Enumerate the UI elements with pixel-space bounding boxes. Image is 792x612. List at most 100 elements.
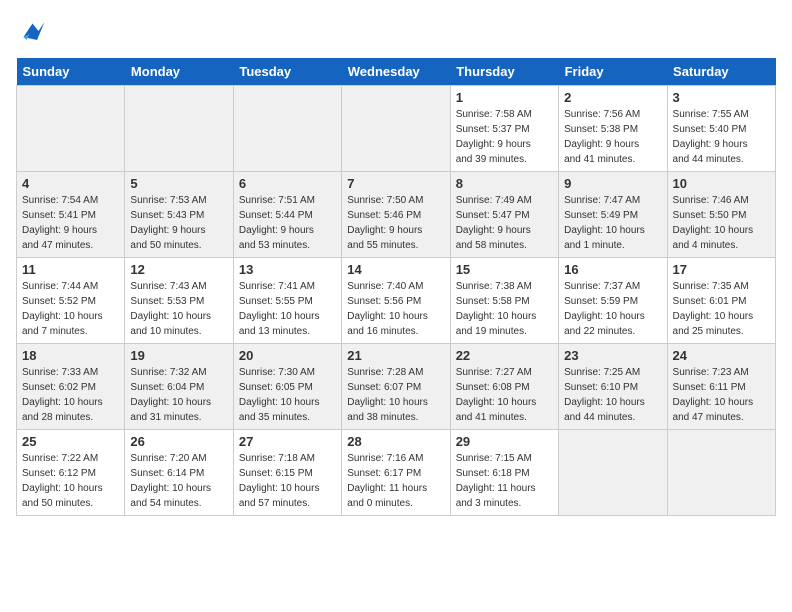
day-info: Sunrise: 7:41 AM Sunset: 5:55 PM Dayligh…	[239, 279, 336, 339]
day-number: 11	[22, 262, 119, 277]
week-row-4: 18 Sunrise: 7:33 AM Sunset: 6:02 PM Dayli…	[17, 344, 776, 430]
day-number: 29	[456, 434, 553, 449]
day-number: 2	[564, 90, 661, 105]
calendar-cell: 23 Sunrise: 7:25 AM Sunset: 6:10 PM Dayli…	[559, 344, 667, 430]
calendar-cell: 1 Sunrise: 7:58 AM Sunset: 5:37 PM Daylig…	[450, 86, 558, 172]
day-info: Sunrise: 7:33 AM Sunset: 6:02 PM Dayligh…	[22, 365, 119, 425]
calendar-cell	[125, 86, 233, 172]
calendar-cell: 6 Sunrise: 7:51 AM Sunset: 5:44 PM Daylig…	[233, 172, 341, 258]
day-info: Sunrise: 7:20 AM Sunset: 6:14 PM Dayligh…	[130, 451, 227, 511]
day-number: 6	[239, 176, 336, 191]
calendar-cell: 25Sunrise: 7:22 AM Sunset: 6:12 PM Dayli…	[17, 430, 125, 516]
day-number: 12	[130, 262, 227, 277]
day-info: Sunrise: 7:46 AM Sunset: 5:50 PM Dayligh…	[673, 193, 770, 253]
calendar-cell: 3 Sunrise: 7:55 AM Sunset: 5:40 PM Daylig…	[667, 86, 775, 172]
weekday-header-saturday: Saturday	[667, 58, 775, 86]
day-info: Sunrise: 7:44 AM Sunset: 5:52 PM Dayligh…	[22, 279, 119, 339]
calendar-cell	[667, 430, 775, 516]
day-info: Sunrise: 7:23 AM Sunset: 6:11 PM Dayligh…	[673, 365, 770, 425]
day-number: 16	[564, 262, 661, 277]
day-info: Sunrise: 7:15 AM Sunset: 6:18 PM Dayligh…	[456, 451, 553, 511]
week-row-3: 11 Sunrise: 7:44 AM Sunset: 5:52 PM Dayli…	[17, 258, 776, 344]
calendar-cell	[233, 86, 341, 172]
calendar-cell	[342, 86, 450, 172]
calendar-cell: 4 Sunrise: 7:54 AM Sunset: 5:41 PM Daylig…	[17, 172, 125, 258]
day-number: 15	[456, 262, 553, 277]
day-info: Sunrise: 7:18 AM Sunset: 6:15 PM Dayligh…	[239, 451, 336, 511]
weekday-header-row: SundayMondayTuesdayWednesdayThursdayFrid…	[17, 58, 776, 86]
calendar-cell	[559, 430, 667, 516]
day-info: Sunrise: 7:58 AM Sunset: 5:37 PM Dayligh…	[456, 107, 553, 167]
day-number: 17	[673, 262, 770, 277]
week-row-2: 4 Sunrise: 7:54 AM Sunset: 5:41 PM Daylig…	[17, 172, 776, 258]
calendar-cell: 21Sunrise: 7:28 AM Sunset: 6:07 PM Dayli…	[342, 344, 450, 430]
calendar-cell: 22Sunrise: 7:27 AM Sunset: 6:08 PM Dayli…	[450, 344, 558, 430]
day-info: Sunrise: 7:38 AM Sunset: 5:58 PM Dayligh…	[456, 279, 553, 339]
day-number: 18	[22, 348, 119, 363]
calendar-cell: 20 Sunrise: 7:30 AM Sunset: 6:05 PM Dayli…	[233, 344, 341, 430]
day-number: 22	[456, 348, 553, 363]
calendar-cell: 5Sunrise: 7:53 AM Sunset: 5:43 PM Daylig…	[125, 172, 233, 258]
weekday-header-wednesday: Wednesday	[342, 58, 450, 86]
day-info: Sunrise: 7:54 AM Sunset: 5:41 PM Dayligh…	[22, 193, 119, 253]
day-info: Sunrise: 7:25 AM Sunset: 6:10 PM Dayligh…	[564, 365, 661, 425]
logo-icon	[16, 16, 46, 46]
day-number: 1	[456, 90, 553, 105]
day-number: 9	[564, 176, 661, 191]
calendar-cell: 17 Sunrise: 7:35 AM Sunset: 6:01 PM Dayli…	[667, 258, 775, 344]
calendar-cell: 28 Sunrise: 7:16 AM Sunset: 6:17 PM Dayli…	[342, 430, 450, 516]
day-info: Sunrise: 7:37 AM Sunset: 5:59 PM Dayligh…	[564, 279, 661, 339]
day-info: Sunrise: 7:43 AM Sunset: 5:53 PM Dayligh…	[130, 279, 227, 339]
day-info: Sunrise: 7:16 AM Sunset: 6:17 PM Dayligh…	[347, 451, 444, 511]
weekday-header-monday: Monday	[125, 58, 233, 86]
calendar-table: SundayMondayTuesdayWednesdayThursdayFrid…	[16, 58, 776, 516]
calendar-cell: 24 Sunrise: 7:23 AM Sunset: 6:11 PM Dayli…	[667, 344, 775, 430]
weekday-header-thursday: Thursday	[450, 58, 558, 86]
week-row-1: 1 Sunrise: 7:58 AM Sunset: 5:37 PM Daylig…	[17, 86, 776, 172]
day-info: Sunrise: 7:51 AM Sunset: 5:44 PM Dayligh…	[239, 193, 336, 253]
day-info: Sunrise: 7:28 AM Sunset: 6:07 PM Dayligh…	[347, 365, 444, 425]
day-number: 23	[564, 348, 661, 363]
weekday-header-tuesday: Tuesday	[233, 58, 341, 86]
calendar-cell: 2 Sunrise: 7:56 AM Sunset: 5:38 PM Daylig…	[559, 86, 667, 172]
calendar-cell: 7 Sunrise: 7:50 AM Sunset: 5:46 PM Daylig…	[342, 172, 450, 258]
day-number: 25	[22, 434, 119, 449]
logo	[16, 16, 50, 46]
day-info: Sunrise: 7:49 AM Sunset: 5:47 PM Dayligh…	[456, 193, 553, 253]
day-number: 10	[673, 176, 770, 191]
day-info: Sunrise: 7:53 AM Sunset: 5:43 PM Dayligh…	[130, 193, 227, 253]
calendar-cell: 12 Sunrise: 7:43 AM Sunset: 5:53 PM Dayli…	[125, 258, 233, 344]
week-row-5: 25Sunrise: 7:22 AM Sunset: 6:12 PM Dayli…	[17, 430, 776, 516]
day-number: 13	[239, 262, 336, 277]
calendar-cell: 16 Sunrise: 7:37 AM Sunset: 5:59 PM Dayli…	[559, 258, 667, 344]
day-info: Sunrise: 7:40 AM Sunset: 5:56 PM Dayligh…	[347, 279, 444, 339]
day-info: Sunrise: 7:35 AM Sunset: 6:01 PM Dayligh…	[673, 279, 770, 339]
day-number: 4	[22, 176, 119, 191]
page-header	[16, 16, 776, 46]
day-number: 8	[456, 176, 553, 191]
day-info: Sunrise: 7:56 AM Sunset: 5:38 PM Dayligh…	[564, 107, 661, 167]
day-number: 27	[239, 434, 336, 449]
calendar-cell: 19 Sunrise: 7:32 AM Sunset: 6:04 PM Dayli…	[125, 344, 233, 430]
calendar-cell: 27 Sunrise: 7:18 AM Sunset: 6:15 PM Dayli…	[233, 430, 341, 516]
weekday-header-sunday: Sunday	[17, 58, 125, 86]
calendar-cell: 11 Sunrise: 7:44 AM Sunset: 5:52 PM Dayli…	[17, 258, 125, 344]
day-info: Sunrise: 7:47 AM Sunset: 5:49 PM Dayligh…	[564, 193, 661, 253]
day-info: Sunrise: 7:55 AM Sunset: 5:40 PM Dayligh…	[673, 107, 770, 167]
day-number: 19	[130, 348, 227, 363]
calendar-cell	[17, 86, 125, 172]
day-info: Sunrise: 7:30 AM Sunset: 6:05 PM Dayligh…	[239, 365, 336, 425]
calendar-cell: 8 Sunrise: 7:49 AM Sunset: 5:47 PM Daylig…	[450, 172, 558, 258]
calendar-cell: 9 Sunrise: 7:47 AM Sunset: 5:49 PM Daylig…	[559, 172, 667, 258]
calendar-cell: 18 Sunrise: 7:33 AM Sunset: 6:02 PM Dayli…	[17, 344, 125, 430]
calendar-cell: 26Sunrise: 7:20 AM Sunset: 6:14 PM Dayli…	[125, 430, 233, 516]
day-number: 3	[673, 90, 770, 105]
day-info: Sunrise: 7:32 AM Sunset: 6:04 PM Dayligh…	[130, 365, 227, 425]
day-number: 7	[347, 176, 444, 191]
day-number: 28	[347, 434, 444, 449]
day-number: 24	[673, 348, 770, 363]
weekday-header-friday: Friday	[559, 58, 667, 86]
day-number: 20	[239, 348, 336, 363]
calendar-cell: 15 Sunrise: 7:38 AM Sunset: 5:58 PM Dayli…	[450, 258, 558, 344]
day-info: Sunrise: 7:50 AM Sunset: 5:46 PM Dayligh…	[347, 193, 444, 253]
